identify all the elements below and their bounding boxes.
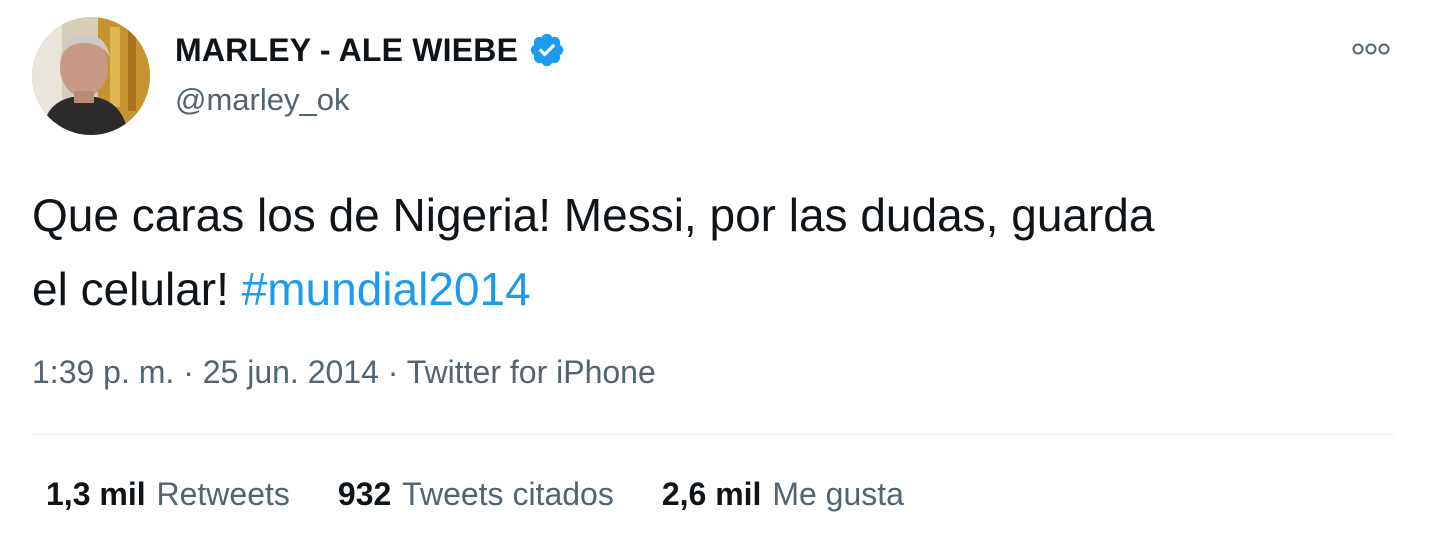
tweet-text: Que caras los de Nigeria! Messi, por las… xyxy=(32,178,1402,326)
verified-badge-icon xyxy=(528,31,566,69)
stat-label: Tweets citados xyxy=(402,476,614,512)
stat-count: 1,3 mil xyxy=(46,476,146,512)
tweet-header: MARLEY - ALE WIEBE @marley_ok xyxy=(175,28,566,118)
stat-count: 2,6 mil xyxy=(661,476,762,512)
avatar[interactable] xyxy=(32,17,150,135)
stat-count: 932 xyxy=(337,476,392,512)
stat-label: Retweets xyxy=(156,476,290,512)
retweets-stat[interactable]: 1,3 mil Retweets xyxy=(46,476,290,513)
name-row: MARLEY - ALE WIEBE xyxy=(175,28,566,72)
tweet-metadata: 1:39 p. m. · 25 jun. 2014 · Twitter for … xyxy=(32,354,656,391)
tweet-card: MARLEY - ALE WIEBE @marley_ok Que caras … xyxy=(0,0,1440,548)
hashtag-link[interactable]: #mundial2014 xyxy=(242,263,531,315)
tweet-text-line: Que caras los de Nigeria! Messi, por las… xyxy=(32,189,1155,241)
likes-stat[interactable]: 2,6 mil Me gusta xyxy=(662,476,904,513)
meta-separator: · xyxy=(378,354,407,390)
tweet-text-fragment: el celular! xyxy=(32,263,242,315)
more-options-icon[interactable] xyxy=(1350,36,1392,62)
tweet-date[interactable]: 25 jun. 2014 xyxy=(203,354,379,390)
divider xyxy=(32,434,1394,435)
user-handle[interactable]: @marley_ok xyxy=(175,82,566,118)
quote-tweets-stat[interactable]: 932 Tweets citados xyxy=(338,476,614,513)
tweet-time[interactable]: 1:39 p. m. xyxy=(32,354,174,390)
tweet-stats: 1,3 mil Retweets 932 Tweets citados 2,6 … xyxy=(46,476,952,513)
tweet-source[interactable]: Twitter for iPhone xyxy=(407,354,656,390)
stat-label: Me gusta xyxy=(772,476,904,512)
avatar-photo xyxy=(32,17,150,135)
display-name[interactable]: MARLEY - ALE WIEBE xyxy=(175,32,518,69)
tweet-text-line: el celular! #mundial2014 xyxy=(32,252,1402,326)
meta-separator: · xyxy=(174,354,203,390)
